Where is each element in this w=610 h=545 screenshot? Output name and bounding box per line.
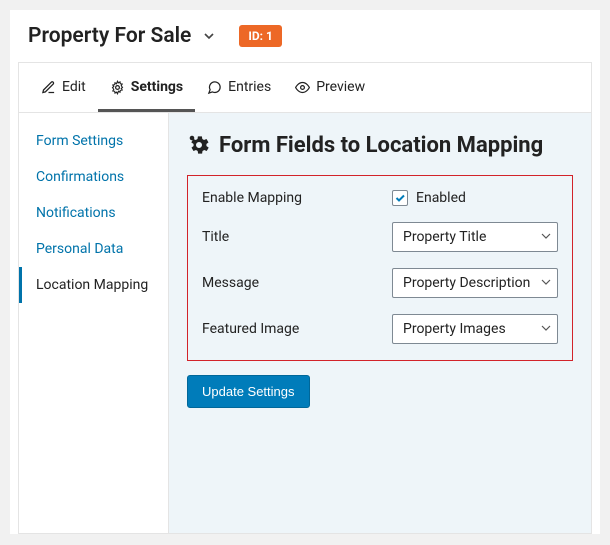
select-value: Property Images bbox=[403, 321, 506, 337]
settings-sidebar: Form Settings Confirmations Notification… bbox=[19, 113, 169, 533]
tab-label: Settings bbox=[131, 79, 183, 95]
sidebar-item-confirmations[interactable]: Confirmations bbox=[19, 159, 168, 195]
chevron-down-icon bbox=[541, 229, 551, 245]
gear-icon bbox=[187, 131, 211, 161]
tab-entries[interactable]: Entries bbox=[195, 63, 283, 112]
tab-bar: Edit Settings Entries Preview bbox=[19, 63, 591, 113]
content-area: Form Fields to Location Mapping Enable M… bbox=[169, 113, 591, 533]
sidebar-item-form-settings[interactable]: Form Settings bbox=[19, 123, 168, 159]
chevron-down-icon bbox=[541, 321, 551, 337]
enable-mapping-label: Enable Mapping bbox=[202, 190, 392, 206]
tab-label: Entries bbox=[228, 79, 271, 95]
featured-image-select[interactable]: Property Images bbox=[392, 314, 558, 344]
title-select[interactable]: Property Title bbox=[392, 222, 558, 252]
page-title: Property For Sale bbox=[28, 24, 191, 48]
fields-highlight-box: Enable Mapping Enabled Title Proper bbox=[187, 175, 573, 361]
featured-image-label: Featured Image bbox=[202, 321, 392, 337]
update-settings-button[interactable]: Update Settings bbox=[187, 375, 310, 408]
select-value: Property Description bbox=[403, 275, 530, 291]
content-title: Form Fields to Location Mapping bbox=[219, 133, 543, 158]
select-value: Property Title bbox=[403, 229, 486, 245]
sidebar-item-location-mapping[interactable]: Location Mapping bbox=[19, 267, 168, 303]
tab-settings[interactable]: Settings bbox=[98, 63, 195, 112]
tab-preview[interactable]: Preview bbox=[283, 63, 377, 112]
tab-label: Edit bbox=[62, 79, 86, 95]
message-label: Message bbox=[202, 275, 392, 291]
chevron-down-icon bbox=[541, 275, 551, 291]
enable-mapping-checkbox[interactable] bbox=[392, 190, 408, 206]
chevron-down-icon[interactable] bbox=[201, 28, 217, 44]
tab-label: Preview bbox=[316, 79, 365, 95]
title-label: Title bbox=[202, 229, 392, 245]
tab-edit[interactable]: Edit bbox=[29, 63, 98, 112]
sidebar-item-notifications[interactable]: Notifications bbox=[19, 195, 168, 231]
sidebar-item-personal-data[interactable]: Personal Data bbox=[19, 231, 168, 267]
checkbox-label: Enabled bbox=[416, 190, 466, 206]
id-badge: ID: 1 bbox=[239, 25, 282, 47]
message-select[interactable]: Property Description bbox=[392, 268, 558, 298]
